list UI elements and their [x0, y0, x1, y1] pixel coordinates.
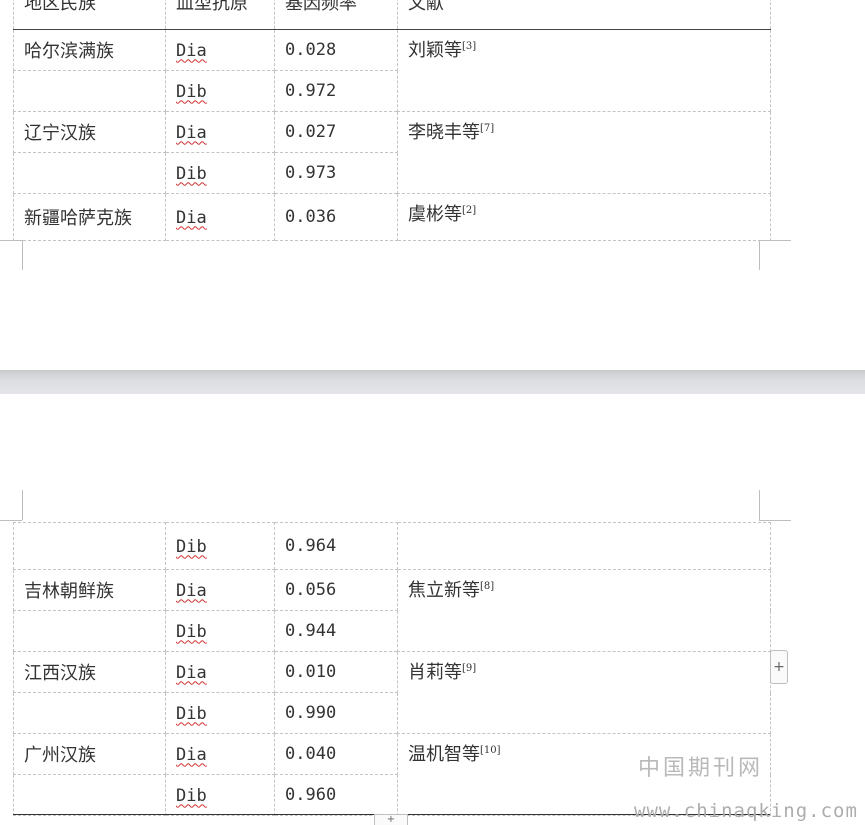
cell-frequency[interactable]: 0.972	[274, 70, 398, 112]
data-table-page-1: 地区民族 血型抗原 基因频率 文献 哈尔滨满族 Dia 0.028 刘颖等[3]…	[13, 0, 771, 241]
citation-mark: [10]	[480, 745, 501, 756]
header-antigen[interactable]: 血型抗原	[165, 0, 275, 30]
document-page-1: 地区民族 血型抗原 基因频率 文献 哈尔滨满族 Dia 0.028 刘颖等[3]…	[0, 0, 865, 370]
cell-antigen[interactable]: Dia	[165, 193, 275, 241]
cell-region[interactable]: 新疆哈萨克族	[13, 193, 166, 241]
reference-text: 肖莉等	[408, 662, 462, 683]
watermark-url: www.chinaqking.com	[634, 800, 858, 822]
watermark-title: 中国期刊网	[638, 756, 764, 781]
cell-antigen[interactable]: Dib	[165, 692, 275, 734]
cell-antigen[interactable]: Dib	[165, 774, 275, 816]
reference-text: 焦立新等	[408, 580, 480, 601]
table-row: 哈尔滨满族 Dia 0.028 刘颖等[3]	[13, 29, 771, 112]
cell-antigen[interactable]: Dia	[165, 111, 275, 153]
antigen-text: Dib	[176, 703, 207, 724]
reference-text: 刘颖等	[408, 40, 462, 61]
cell-region[interactable]	[13, 152, 166, 194]
citation-mark: [9]	[462, 663, 477, 674]
header-frequency[interactable]: 基因频率	[274, 0, 398, 30]
table-row: 吉林朝鲜族 Dia 0.056 焦立新等[8]	[13, 569, 771, 652]
cell-reference[interactable]: 焦立新等[8]	[397, 569, 771, 652]
cell-region[interactable]: 吉林朝鲜族	[13, 569, 166, 611]
page-corner-mark	[0, 240, 22, 241]
cell-antigen[interactable]: Dib	[165, 610, 275, 652]
cell-antigen[interactable]: Dib	[165, 70, 275, 112]
antigen-text: Dia	[176, 40, 207, 61]
table-row: 江西汉族 Dia 0.010 肖莉等[9]	[13, 651, 771, 734]
cell-region[interactable]: 广州汉族	[13, 733, 166, 775]
cell-antigen[interactable]: Dia	[165, 651, 275, 693]
cell-frequency[interactable]: 0.028	[274, 29, 398, 71]
reference-text: 李晓丰等	[408, 122, 480, 143]
cell-region[interactable]	[13, 774, 166, 816]
antigen-text: Dia	[176, 662, 207, 683]
citation-mark: [8]	[480, 581, 495, 592]
cell-frequency[interactable]: 0.964	[274, 522, 398, 570]
antigen-text: Dia	[176, 207, 207, 228]
header-reference[interactable]: 文献	[397, 0, 771, 30]
document-page-2: Dib 0.964 吉林朝鲜族 Dia 0.056 焦立新等[8] Dib 0.…	[0, 394, 865, 825]
citation-mark: [7]	[480, 123, 495, 134]
cell-reference[interactable]	[397, 522, 771, 570]
page-separator	[0, 370, 865, 394]
page-corner-mark	[759, 490, 760, 520]
cell-reference[interactable]: 李晓丰等[7]	[397, 111, 771, 194]
antigen-text: Dib	[176, 163, 207, 184]
citation-mark: [2]	[462, 205, 477, 216]
antigen-text: Dib	[176, 785, 207, 806]
reference-text: 温机智等	[408, 744, 480, 765]
cell-frequency[interactable]: 0.056	[274, 569, 398, 611]
antigen-text: Dib	[176, 536, 207, 557]
cell-region[interactable]: 辽宁汉族	[13, 111, 166, 153]
cell-reference[interactable]: 刘颖等[3]	[397, 29, 771, 112]
table-row: Dib 0.964	[13, 522, 771, 570]
cell-frequency[interactable]: 0.973	[274, 152, 398, 194]
cell-region[interactable]	[13, 692, 166, 734]
cell-region[interactable]	[13, 70, 166, 112]
cell-reference[interactable]: 肖莉等[9]	[397, 651, 771, 734]
add-column-button[interactable]: +	[770, 650, 788, 684]
table-row: 辽宁汉族 Dia 0.027 李晓丰等[7]	[13, 111, 771, 194]
cell-antigen[interactable]: Dia	[165, 29, 275, 71]
table-header-row: 地区民族 血型抗原 基因频率 文献	[13, 0, 771, 30]
antigen-text: Dia	[176, 580, 207, 601]
antigen-text: Dia	[176, 122, 207, 143]
cell-region[interactable]	[13, 522, 166, 570]
table-row: 新疆哈萨克族 Dia 0.036 虞彬等[2]	[13, 193, 771, 241]
page-corner-mark	[22, 490, 23, 520]
cell-antigen[interactable]: Dia	[165, 733, 275, 775]
cell-frequency[interactable]: 0.027	[274, 111, 398, 153]
cell-region[interactable]: 江西汉族	[13, 651, 166, 693]
cell-region[interactable]: 哈尔滨满族	[13, 29, 166, 71]
cell-antigen[interactable]: Dib	[165, 522, 275, 570]
antigen-text: Dib	[176, 81, 207, 102]
page-corner-mark	[759, 240, 791, 241]
page-corner-mark	[759, 240, 760, 270]
cell-region[interactable]	[13, 610, 166, 652]
add-row-button[interactable]: +	[374, 814, 408, 825]
cell-reference[interactable]: 虞彬等[2]	[397, 193, 771, 241]
cell-frequency[interactable]: 0.040	[274, 733, 398, 775]
cell-frequency[interactable]: 0.010	[274, 651, 398, 693]
page-corner-mark	[0, 520, 22, 521]
cell-frequency[interactable]: 0.990	[274, 692, 398, 734]
page-corner-mark	[22, 240, 23, 270]
page-corner-mark	[759, 520, 791, 521]
cell-frequency[interactable]: 0.944	[274, 610, 398, 652]
cell-antigen[interactable]: Dia	[165, 569, 275, 611]
cell-frequency[interactable]: 0.960	[274, 774, 398, 816]
header-region[interactable]: 地区民族	[13, 0, 166, 30]
antigen-text: Dia	[176, 744, 207, 765]
antigen-text: Dib	[176, 621, 207, 642]
citation-mark: [3]	[462, 41, 477, 52]
cell-antigen[interactable]: Dib	[165, 152, 275, 194]
cell-frequency[interactable]: 0.036	[274, 193, 398, 241]
reference-text: 虞彬等	[408, 204, 462, 225]
